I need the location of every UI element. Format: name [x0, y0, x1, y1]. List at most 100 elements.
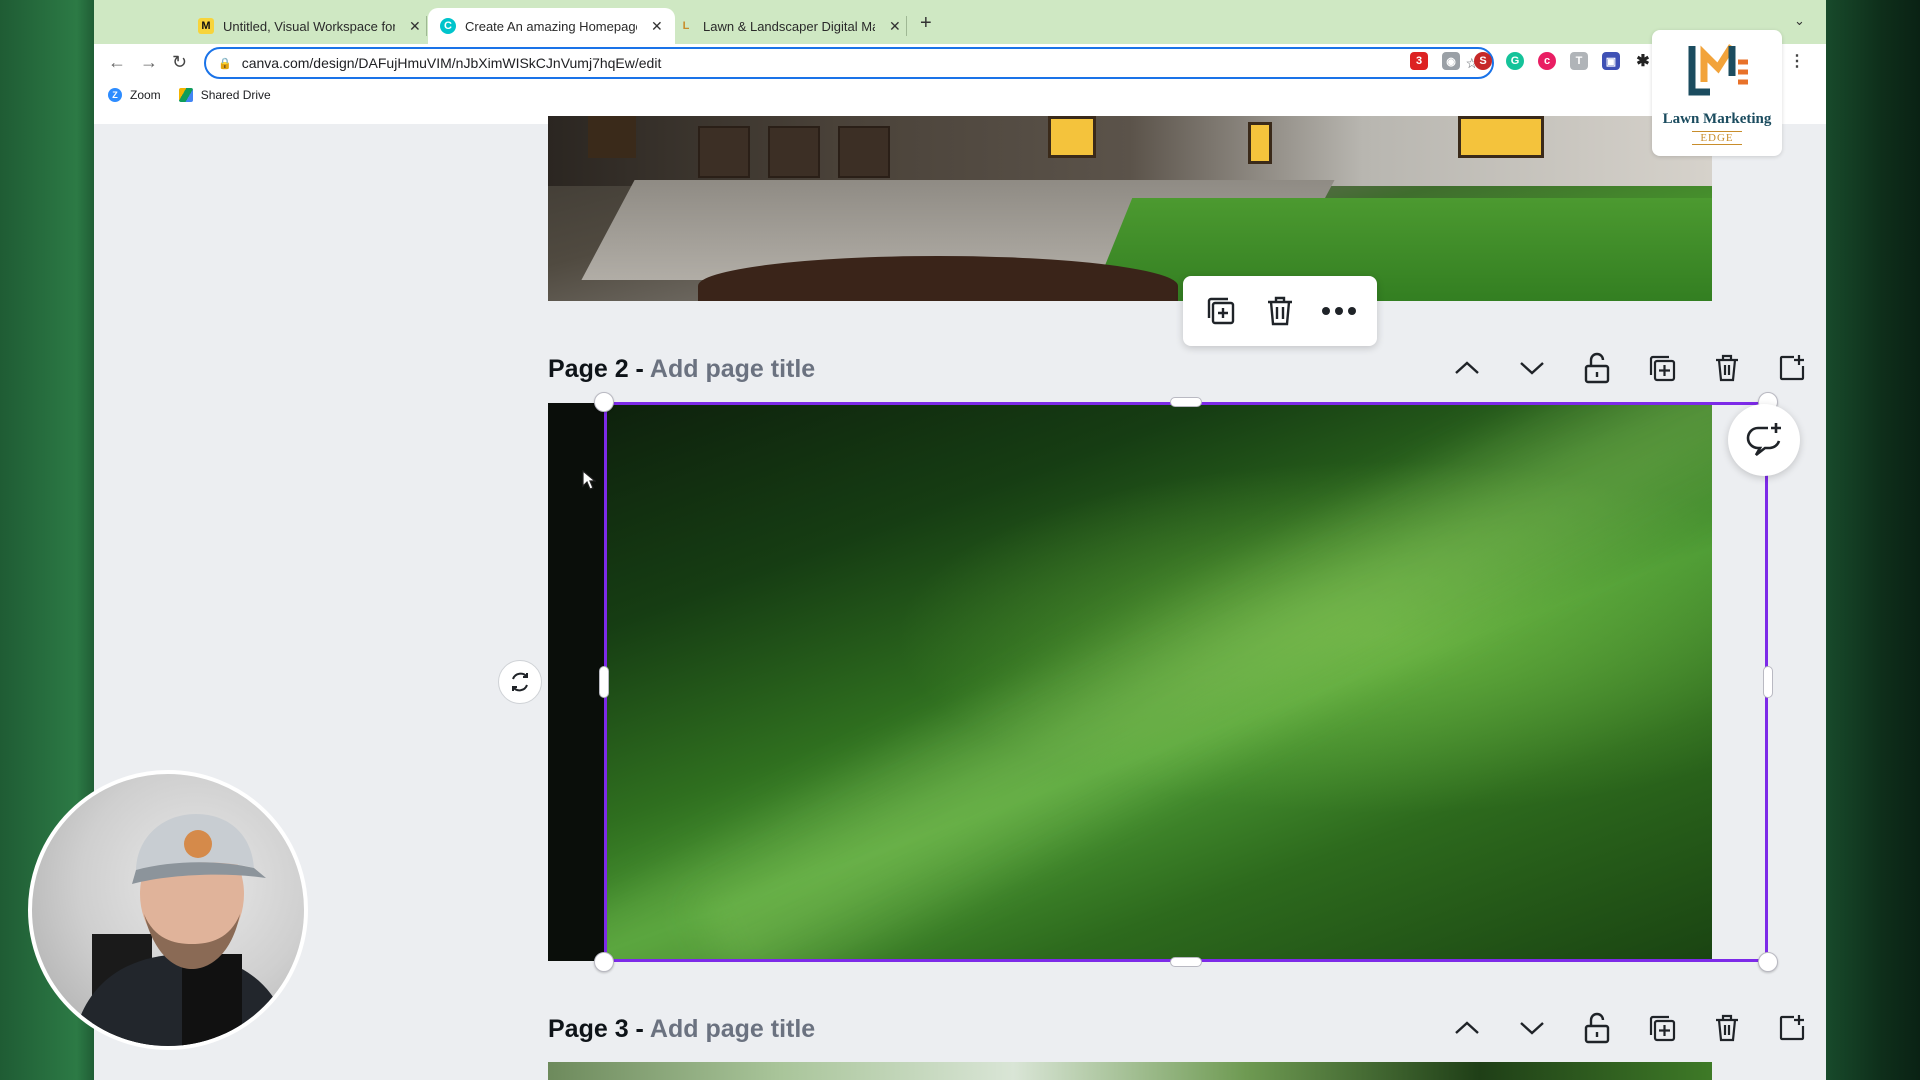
presenter-video: [72, 814, 292, 1046]
move-page-up-button[interactable]: [1434, 1008, 1499, 1048]
move-page-up-button[interactable]: [1434, 348, 1499, 388]
floating-page-toolbar: [1183, 276, 1377, 346]
chevron-down-icon: [1519, 362, 1544, 375]
forward-arrow-icon[interactable]: →: [140, 52, 158, 73]
logo-title: Lawn Marketing: [1662, 111, 1772, 127]
unlock-icon: [1584, 352, 1609, 384]
add-comment-button[interactable]: [1728, 404, 1800, 476]
rotate-icon: [512, 672, 528, 692]
resize-handle-bottom-right[interactable]: [1758, 952, 1778, 972]
window: [1458, 116, 1544, 158]
chevron-down-icon: [1519, 1022, 1544, 1035]
resize-handle-right[interactable]: [1763, 666, 1773, 698]
more-options-button[interactable]: [1317, 289, 1361, 333]
resize-handle-top[interactable]: [1170, 397, 1202, 407]
square-extension-icon[interactable]: ▣: [1602, 52, 1620, 70]
duplicate-icon: [1649, 355, 1675, 382]
tab-separator: [426, 16, 427, 36]
page-3-heading: Page 3 - Add page title: [548, 1015, 815, 1044]
reload-icon[interactable]: ↻: [172, 52, 187, 73]
page-2-controls: [1434, 348, 1824, 388]
page-number-label: Page 2 -: [548, 355, 644, 383]
delete-button[interactable]: [1258, 289, 1302, 333]
close-icon[interactable]: ✕: [651, 18, 663, 35]
trash-icon: [1715, 354, 1738, 382]
move-page-down-button[interactable]: [1499, 1008, 1564, 1048]
canva-icon: C: [440, 18, 456, 34]
lawn-marketing-edge-logo: Lawn Marketing EDGE: [1652, 30, 1782, 156]
garage-door: [698, 126, 750, 178]
back-arrow-icon[interactable]: ←: [108, 52, 126, 73]
puzzle-extensions-icon[interactable]: ✱: [1634, 52, 1652, 70]
duplicate-page-button[interactable]: [1629, 1008, 1694, 1048]
address-bar[interactable]: 🔒 canva.com/design/DAFujHmuVIM/nJbXimWIS…: [204, 47, 1494, 79]
bookmark-label: Zoom: [130, 88, 161, 102]
selection-frame: [604, 402, 1768, 962]
miro-icon: M: [198, 18, 214, 34]
tab-strip: M Untitled, Visual Workspace for ✕ C Cre…: [94, 0, 1826, 44]
webcam-overlay: [28, 770, 308, 1050]
tab-separator: [906, 16, 907, 36]
resize-handle-bottom[interactable]: [1170, 957, 1202, 967]
browser-menu-icon[interactable]: ⋮: [1788, 52, 1806, 70]
lock-page-button[interactable]: [1564, 348, 1629, 388]
extension-badge: 3: [1415, 55, 1423, 67]
url-text[interactable]: canva.com/design/DAFujHmuVIM/nJbXimWISkC…: [242, 55, 1440, 71]
duplicate-icon: [1649, 1015, 1675, 1042]
window: [1248, 122, 1272, 164]
bookmark-shared-drive[interactable]: Shared Drive: [178, 88, 271, 102]
duplicate-icon: [1207, 297, 1234, 325]
tab-title: Create An amazing Homepage: [465, 18, 637, 34]
resize-handle-top-left[interactable]: [594, 392, 614, 412]
add-page-icon: [1779, 1015, 1804, 1041]
duplicate-page-button[interactable]: [1629, 348, 1694, 388]
lock-icon: 🔒: [218, 57, 232, 70]
resize-handle-bottom-left[interactable]: [594, 952, 614, 972]
page-title-input[interactable]: Add page title: [650, 1015, 815, 1043]
move-page-down-button[interactable]: [1499, 348, 1564, 388]
grammarly-icon[interactable]: G: [1506, 52, 1524, 70]
more-horizontal-icon: [1322, 307, 1357, 315]
chevron-up-icon: [1454, 361, 1479, 374]
rotate-button[interactable]: [498, 660, 542, 704]
tab-title: Untitled, Visual Workspace for: [223, 18, 395, 34]
page-title-input[interactable]: Add page title: [650, 355, 815, 383]
bookmarks-bar: Z Zoom Shared Drive: [108, 88, 289, 102]
extension-red-icon[interactable]: 3: [1410, 52, 1428, 70]
close-icon[interactable]: ✕: [889, 18, 901, 35]
tab-title: Lawn & Landscaper Digital Mar: [703, 18, 875, 34]
mouse-cursor-icon: [582, 470, 596, 490]
camera-extension-icon[interactable]: ◉: [1442, 52, 1460, 70]
tab-lawn-marketing[interactable]: L Lawn & Landscaper Digital Mar ✕: [666, 8, 913, 44]
resize-handle-left[interactable]: [599, 666, 609, 698]
garage-door: [768, 126, 820, 178]
t-extension-icon[interactable]: T: [1570, 52, 1588, 70]
google-drive-icon: [178, 88, 193, 102]
page-2-heading: Page 2 - Add page title: [548, 355, 815, 384]
duplicate-button[interactable]: [1199, 289, 1243, 333]
add-page-button[interactable]: [1759, 1008, 1824, 1048]
lawn-marketing-icon: L: [682, 20, 690, 32]
new-tab-button[interactable]: +: [920, 12, 932, 35]
window: [588, 116, 636, 158]
s-extension-icon[interactable]: S: [1474, 52, 1492, 70]
bookmark-zoom[interactable]: Z Zoom: [108, 88, 161, 102]
close-icon[interactable]: ✕: [409, 18, 421, 35]
tab-canva[interactable]: C Create An amazing Homepage ✕: [428, 8, 675, 44]
page-1-image[interactable]: [548, 116, 1712, 301]
zoom-icon: Z: [108, 88, 122, 102]
delete-page-button[interactable]: [1694, 1008, 1759, 1048]
logo-subtitle: EDGE: [1692, 131, 1742, 145]
tab-miro[interactable]: M Untitled, Visual Workspace for ✕: [186, 8, 433, 44]
add-comment-icon: [1746, 423, 1781, 457]
lock-page-button[interactable]: [1564, 1008, 1629, 1048]
tab-search-chevron-icon[interactable]: ⌄: [1794, 13, 1805, 29]
add-page-button[interactable]: [1759, 348, 1824, 388]
chevron-up-icon: [1454, 1021, 1479, 1034]
garage-door: [838, 126, 890, 178]
window: [1048, 116, 1096, 158]
c-extension-icon[interactable]: c: [1538, 52, 1556, 70]
page-3-controls: [1434, 1008, 1824, 1048]
page-3-image[interactable]: [548, 1062, 1712, 1080]
delete-page-button[interactable]: [1694, 348, 1759, 388]
